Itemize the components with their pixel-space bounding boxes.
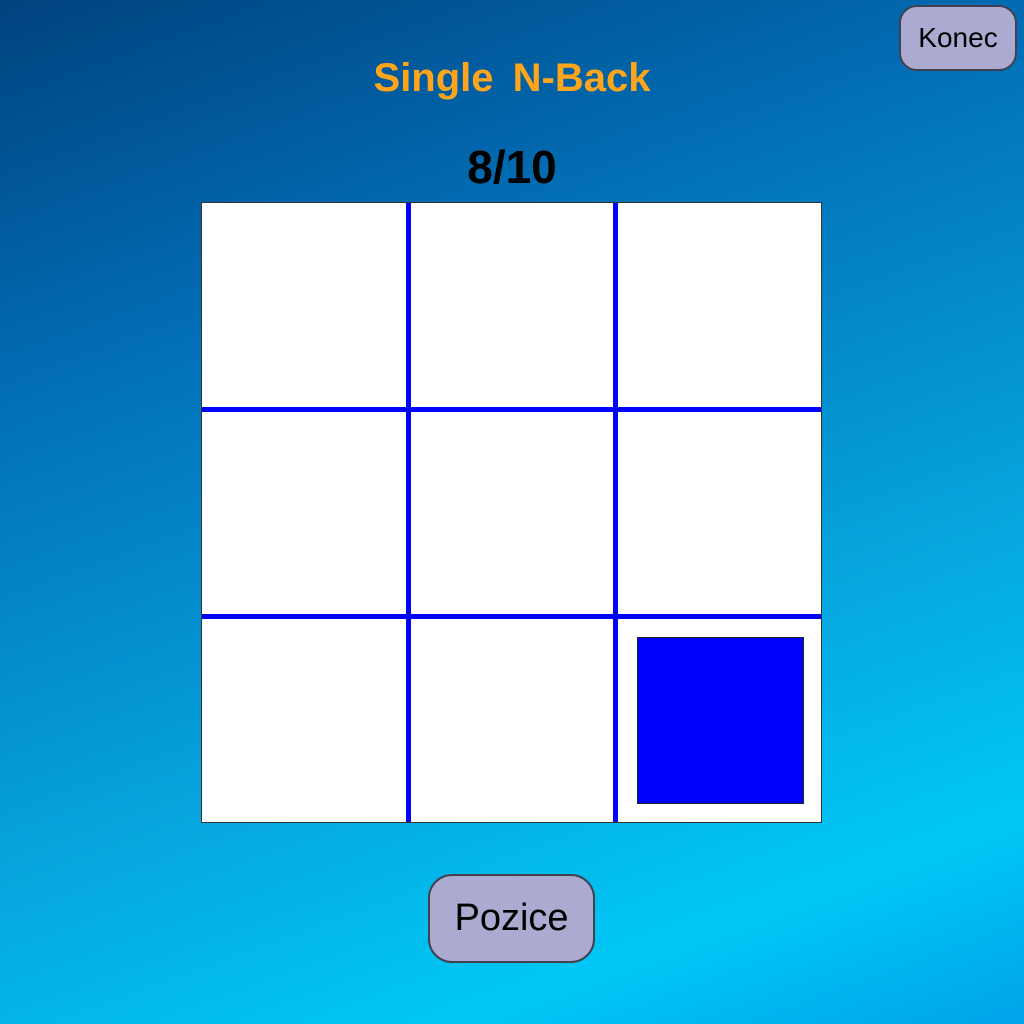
grid-cell-r1-c2	[409, 203, 616, 410]
grid-cell-r3-c3	[616, 617, 823, 824]
position-match-button[interactable]: Pozice	[428, 874, 595, 963]
end-button[interactable]: Konec	[899, 5, 1017, 71]
grid-cell-r1-c1	[202, 203, 409, 410]
grid-line-horizontal	[202, 614, 821, 619]
trial-counter: 8/10	[467, 141, 557, 193]
position-grid	[201, 202, 822, 823]
grid-line-vertical	[613, 203, 618, 822]
grid-cell-r2-c1	[202, 410, 409, 617]
grid-cell-r3-c1	[202, 617, 409, 824]
grid-cell-r2-c3	[616, 410, 823, 617]
grid-line-vertical	[406, 203, 411, 822]
grid-cell-r2-c2	[409, 410, 616, 617]
grid-cell-r3-c2	[409, 617, 616, 824]
grid-line-horizontal	[202, 407, 821, 412]
grid-cell-r1-c3	[616, 203, 823, 410]
stimulus-square	[637, 637, 804, 804]
game-title: Single N-Back	[373, 56, 651, 100]
